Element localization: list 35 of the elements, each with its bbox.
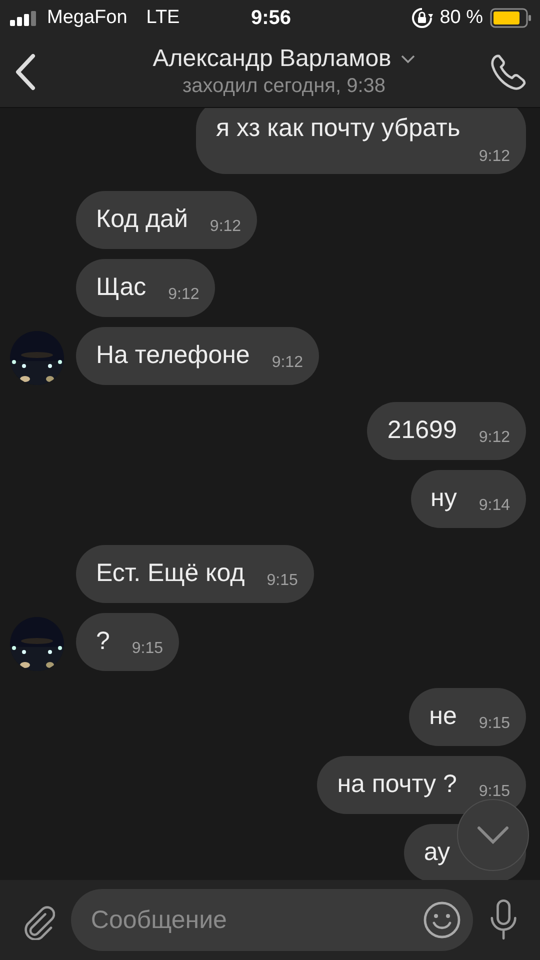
message-text: ау: [424, 837, 450, 868]
rotation-lock-icon: [410, 7, 433, 29]
last-seen: заходил сегодня, 9:38: [182, 75, 386, 98]
caret-icon[interactable]: [401, 54, 416, 64]
message-time: 9:12: [272, 354, 303, 372]
message-text: 21699: [387, 415, 457, 446]
message-text: ну: [430, 483, 457, 514]
chevron-down-icon[interactable]: [476, 825, 510, 845]
message-time: 9:15: [132, 640, 164, 658]
smiley-icon[interactable]: [422, 901, 461, 939]
microphone-icon[interactable]: [488, 898, 518, 942]
status-time: 9:56: [250, 6, 292, 30]
message-time: 9:15: [478, 783, 510, 801]
message-time: 9:12: [478, 148, 510, 166]
message-time: 9:15: [478, 715, 510, 733]
carrier-name: MegaFon: [47, 7, 128, 29]
message-time: 9:12: [210, 218, 242, 236]
message-time: 9:14: [478, 497, 510, 515]
message-text: ?: [96, 626, 110, 657]
message-text: я хз как почту убрать: [216, 113, 460, 144]
message-time: 9:15: [266, 572, 298, 590]
message-text: Щас: [96, 272, 146, 303]
message-field[interactable]: Сообщение: [70, 889, 473, 951]
message-text: На телефоне: [96, 340, 250, 371]
message-text: на почту ?: [337, 769, 457, 800]
message-text: Ест. Ещё код: [96, 558, 245, 589]
battery-icon: [490, 8, 532, 28]
back-button[interactable]: [14, 52, 36, 90]
message-time: 9:12: [478, 429, 510, 447]
message-text: Код дай: [96, 204, 188, 235]
message-time: 9:12: [168, 286, 200, 304]
message-text: не: [429, 701, 457, 732]
contact-name[interactable]: Александр Варламов: [152, 45, 392, 73]
network-type: LTE: [146, 7, 180, 29]
battery-percent: 80 %: [440, 7, 483, 29]
